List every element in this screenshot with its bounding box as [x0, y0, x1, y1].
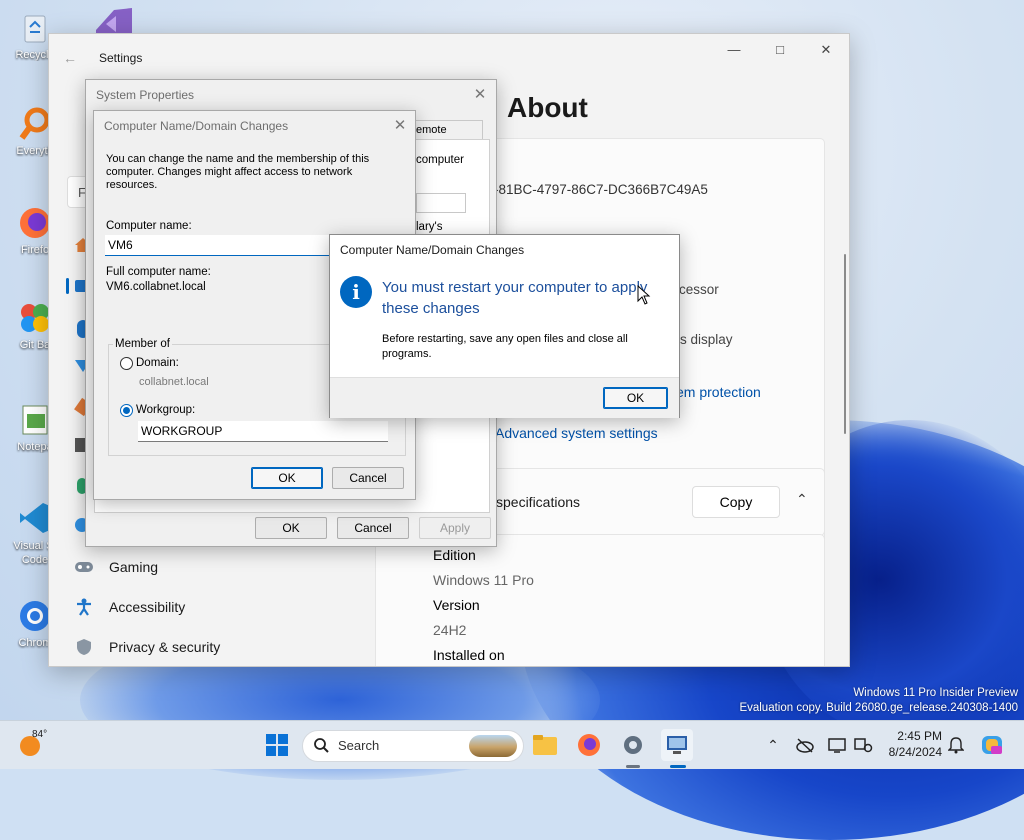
gamepad-icon [73, 558, 95, 576]
spec-value-edition: Windows 11 Pro [433, 572, 534, 588]
side-text-computer: computer [416, 154, 464, 166]
nav-item-privacy-security[interactable]: Privacy & security [73, 631, 220, 663]
system-protection-link[interactable]: em protection [676, 384, 761, 400]
ok-label: OK [626, 391, 645, 405]
processor-value: cessor [679, 282, 719, 297]
settings-taskbar-icon[interactable] [617, 729, 649, 761]
nav-item-accessibility[interactable]: Accessibility [73, 591, 185, 623]
copy-button[interactable]: Copy [692, 486, 780, 518]
nav-label: Accessibility [109, 599, 186, 615]
accessibility-icon [73, 598, 95, 616]
remote-tab-label: emote [416, 124, 447, 136]
close-button[interactable]: ✕ [803, 42, 849, 64]
remote-tab[interactable]: emote [411, 120, 483, 139]
language-icon[interactable] [847, 729, 879, 761]
start-button[interactable] [261, 729, 293, 761]
spec-label-edition: Edition [433, 547, 476, 563]
search-icon [313, 737, 329, 756]
clock-date: 8/24/2024 [888, 745, 942, 759]
cloud-offline-icon[interactable] [789, 729, 821, 761]
full-name-label: Full computer name: [106, 266, 211, 278]
ok-label: OK [278, 471, 296, 485]
visual-studio-icon[interactable] [92, 6, 138, 34]
computer-name-input[interactable]: VM6 [105, 235, 338, 256]
system-properties-cancel-button[interactable]: Cancel [337, 517, 409, 539]
restart-dialog-title: Computer Name/Domain Changes [340, 243, 525, 257]
workgroup-value: WORKGROUP [141, 424, 223, 438]
clock[interactable]: 2:45 PM 8/24/2024 [880, 728, 942, 760]
intro-text: You can change the name and the membersh… [106, 153, 370, 191]
system-properties-taskbar-icon[interactable] [661, 729, 693, 761]
cancel-label: Cancel [354, 521, 392, 535]
restart-detail-text: Before restarting, save any open files a… [382, 333, 628, 360]
pen-touch-value: is display [677, 332, 733, 347]
watermark-line-1: Windows 11 Pro Insider Preview [853, 687, 1018, 699]
name-changes-title: Computer Name/Domain Changes [104, 119, 289, 133]
settings-title: Settings [99, 51, 143, 65]
page-title: About [507, 92, 588, 123]
spec-label-installed-on: Installed on [433, 647, 505, 663]
device-id-value: -81BC-4797-86C7-DC366B7C49A5 [494, 182, 708, 197]
close-icon[interactable]: ✕ [466, 84, 494, 106]
side-text-lary: lary's [416, 221, 443, 233]
workgroup-input[interactable]: WORKGROUP [138, 421, 388, 442]
copy-button-label: Copy [719, 494, 753, 510]
cancel-label: Cancel [349, 471, 387, 485]
system-properties-ok-button[interactable]: OK [255, 517, 327, 539]
ok-label: OK [282, 521, 300, 535]
full-name-value: VM6.collabnet.local [106, 281, 206, 293]
nav-selection-indicator [66, 278, 69, 294]
chevron-up-icon[interactable]: ⌃ [757, 729, 789, 761]
windows-specs-title: specifications [496, 494, 581, 510]
maximize-button[interactable]: □ [757, 42, 803, 64]
nav-label: Privacy & security [109, 639, 221, 655]
watermark-line-2: Evaluation copy. Build 26080.ge_release.… [739, 702, 1018, 714]
spec-value-version: 24H2 [433, 622, 467, 638]
member-of-label: Member of [113, 338, 172, 350]
workgroup-label: Workgroup: [136, 404, 196, 416]
minimize-button[interactable]: — [711, 42, 757, 64]
copilot-icon[interactable] [976, 729, 1008, 761]
taskbar-search-box[interactable]: Search [302, 730, 524, 762]
search-highlight-image [469, 735, 517, 757]
advanced-system-settings-link[interactable]: Advanced system settings [495, 425, 658, 441]
nav-item-gaming[interactable]: Gaming [73, 551, 158, 583]
shield-icon [73, 638, 95, 656]
computer-name-value: VM6 [108, 238, 133, 252]
domain-label: Domain: [136, 357, 179, 369]
weather-temp: 84° [32, 729, 48, 740]
search-label: Search [338, 738, 380, 753]
name-changes-ok-button[interactable]: OK [251, 467, 323, 489]
info-icon: i [340, 276, 372, 308]
computer-name-label: Computer name: [106, 220, 192, 232]
taskbar: 84° Search ⌃ 2:45 PM 8/24/2024 [0, 720, 1024, 769]
workgroup-radio[interactable] [120, 404, 133, 417]
file-explorer-icon[interactable] [529, 729, 561, 761]
weather-widget[interactable]: 84° [14, 727, 54, 763]
restart-ok-button[interactable]: OK [603, 387, 668, 409]
scrollbar[interactable] [844, 254, 846, 434]
clock-time: 2:45 PM [897, 729, 942, 743]
watermark: Windows 11 Pro Insider Preview Evaluatio… [739, 686, 1018, 716]
mouse-cursor-icon [637, 284, 651, 308]
back-arrow-icon[interactable]: ← [63, 50, 77, 66]
domain-radio[interactable] [120, 357, 133, 370]
restart-required-dialog: Computer Name/Domain Changes i You must … [329, 234, 680, 418]
firefox-taskbar-icon[interactable] [573, 729, 605, 761]
domain-value: collabnet.local [139, 376, 209, 388]
notification-bell-icon[interactable] [940, 729, 972, 761]
chevron-up-icon[interactable]: ⌃ [796, 491, 808, 508]
nav-label: Gaming [109, 559, 159, 575]
apply-label: Apply [439, 521, 471, 535]
restart-main-instruction: You must restart your computer to apply … [382, 279, 648, 317]
name-changes-cancel-button[interactable]: Cancel [332, 467, 404, 489]
windows-logo-icon [266, 734, 288, 756]
system-properties-apply-button[interactable]: Apply [419, 517, 491, 539]
system-properties-title: System Properties [96, 88, 195, 102]
side-input[interactable] [416, 193, 466, 213]
spec-label-version: Version [433, 597, 480, 613]
close-icon[interactable]: ✕ [386, 115, 414, 137]
